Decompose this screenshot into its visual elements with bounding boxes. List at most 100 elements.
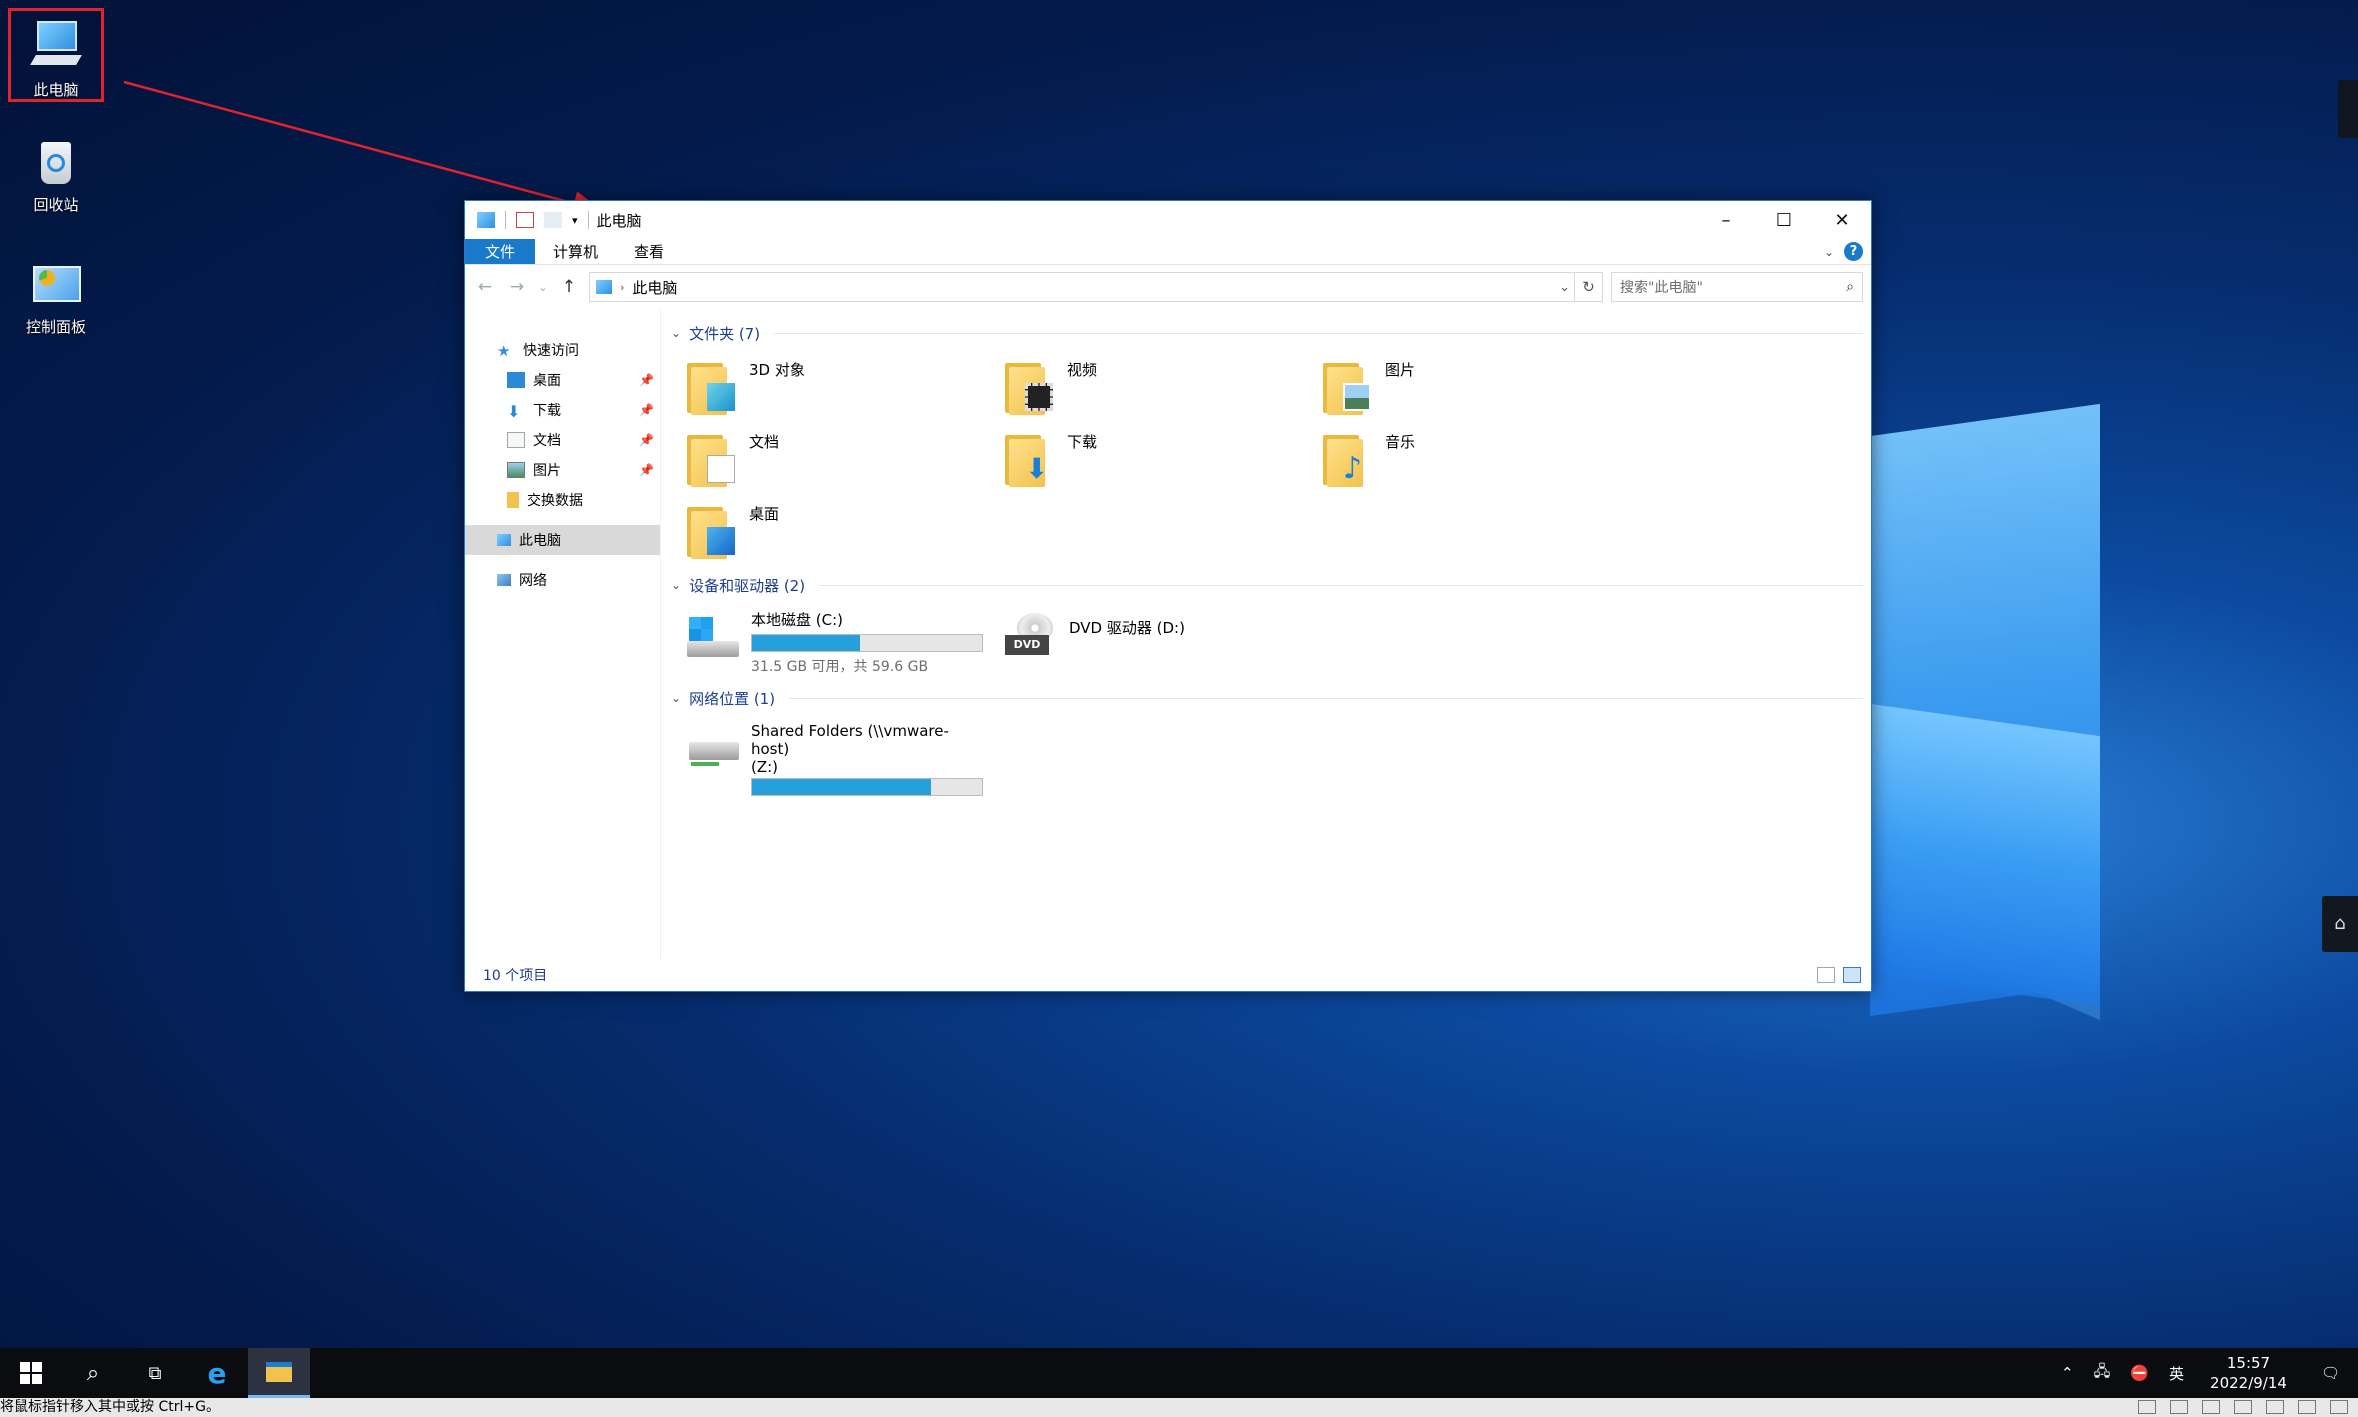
address-bar[interactable]: › 此电脑 ⌄ ↻	[589, 272, 1603, 302]
caption-buttons: – ☐ ✕	[1697, 201, 1871, 239]
collapse-chevron-icon[interactable]: ⌄	[671, 326, 681, 340]
internet-explorer-button[interactable]: e	[186, 1348, 248, 1398]
drive-name: 本地磁盘 (C:)	[751, 611, 843, 629]
folder-item-desktop[interactable]: 桌面	[685, 503, 1003, 561]
back-button[interactable]: ←	[473, 277, 497, 297]
clock[interactable]: 15:57 2022/9/14	[2194, 1353, 2303, 1393]
item-count: 10 个项目	[483, 968, 548, 984]
network-drive-icon	[685, 722, 741, 774]
wallpaper-logo-bottom	[1870, 703, 2100, 1007]
details-view-icon[interactable]	[1817, 967, 1835, 983]
new-folder-icon[interactable]	[544, 212, 562, 228]
nav-item-pictures[interactable]: 图片 📌	[465, 455, 660, 485]
nav-item-documents[interactable]: 文档 📌	[465, 425, 660, 455]
desktop-icon-control-panel[interactable]: 控制面板	[8, 248, 104, 337]
view-switcher	[1817, 967, 1861, 983]
nav-item-downloads[interactable]: ⬇ 下载 📌	[465, 395, 660, 425]
nav-quick-access[interactable]: ★ 快速访问	[465, 335, 660, 365]
printer-device-icon[interactable]	[2234, 1400, 2252, 1414]
this-pc-small-icon	[596, 280, 612, 294]
refresh-button[interactable]: ↻	[1574, 273, 1602, 301]
taskbar: ⌕ ⧉ e ⌃ 🖧 ⛔ 英 15:57 2022/9/14 🗨	[0, 1348, 2358, 1398]
search-box[interactable]: 搜索"此电脑" ⌕	[1611, 272, 1863, 302]
display-device-icon[interactable]	[2330, 1400, 2348, 1414]
ribbon-tabs: 文件 计算机 查看 ⌄ ?	[465, 239, 1871, 265]
input-indicator-icon[interactable]: ⛔	[2120, 1364, 2159, 1382]
action-center-icon[interactable]: 🗨	[2303, 1364, 2358, 1382]
document-icon	[507, 432, 525, 448]
minimize-button[interactable]: –	[1697, 201, 1755, 239]
window-body: ★ 快速访问 桌面 📌 ⬇ 下载 📌 文档 📌 图片 📌 交换数据 此电脑 网络…	[465, 309, 1871, 959]
network-drive-item-z[interactable]: Shared Folders (\\vmware-host) (Z:)	[685, 722, 983, 796]
search-button[interactable]: ⌕	[62, 1348, 124, 1398]
window-title: 此电脑	[596, 211, 642, 230]
tab-view[interactable]: 查看	[616, 239, 682, 264]
download-icon: ⬇	[507, 402, 521, 421]
nav-item-desktop[interactable]: 桌面 📌	[465, 365, 660, 395]
folder-item-music[interactable]: ♪ 音乐	[1321, 431, 1639, 489]
group-header-folders[interactable]: ⌄ 文件夹 (7)	[671, 321, 1863, 345]
audio-device-icon[interactable]	[2266, 1400, 2284, 1414]
breadcrumb-this-pc[interactable]: 此电脑	[632, 277, 677, 298]
folder-item-pictures[interactable]: 图片	[1321, 359, 1639, 417]
vm-hint-bar: 将鼠标指针移入其中或按 Ctrl+G。	[0, 1398, 2358, 1417]
collapse-chevron-icon[interactable]: ⌄	[671, 691, 681, 705]
expand-ribbon-chevron-icon[interactable]: ⌄	[1824, 245, 1834, 259]
folder-item-3d-objects[interactable]: 3D 对象	[685, 359, 1003, 417]
address-history-chevron-icon[interactable]: ⌄	[1559, 280, 1570, 295]
edge-handle[interactable]: ⌂	[2322, 896, 2358, 952]
nav-network[interactable]: 网络	[465, 565, 660, 595]
recent-locations-chevron-icon[interactable]: ⌄	[537, 281, 549, 294]
help-icon[interactable]: ?	[1844, 242, 1863, 261]
pin-icon: 📌	[639, 463, 654, 477]
computer-icon	[497, 534, 511, 546]
nav-item-exchange-data[interactable]: 交换数据	[465, 485, 660, 515]
desktop-icon-recycle-bin[interactable]: 回收站	[8, 126, 104, 215]
network-device-icon[interactable]	[2202, 1400, 2220, 1414]
drive-free-space: 31.5 GB 可用，共 59.6 GB	[751, 659, 929, 675]
file-explorer-icon	[266, 1361, 292, 1382]
breadcrumb-separator-icon[interactable]: ›	[620, 281, 624, 294]
quick-access-toolbar: ▾	[477, 211, 589, 229]
drive-usage-bar	[751, 778, 983, 796]
cd-device-icon[interactable]	[2170, 1400, 2188, 1414]
collapse-chevron-icon[interactable]: ⌄	[671, 578, 681, 592]
close-button[interactable]: ✕	[1813, 201, 1871, 239]
task-view-button[interactable]: ⧉	[124, 1348, 186, 1398]
desktop-icon-this-pc[interactable]: 此电脑	[8, 8, 104, 102]
customize-qat-chevron-icon[interactable]: ▾	[572, 214, 578, 227]
drive-name: DVD 驱动器 (D:)	[1069, 619, 1185, 637]
ime-indicator[interactable]: 英	[2159, 1363, 2194, 1384]
folder-item-documents[interactable]: 文档	[685, 431, 1003, 489]
videos-folder-icon	[1003, 359, 1059, 415]
network-status-icon[interactable]: 🖧	[2084, 1361, 2121, 1386]
up-button[interactable]: ↑	[557, 277, 581, 297]
folder-item-downloads[interactable]: ⬇ 下载	[1003, 431, 1321, 489]
edge-indicator	[2338, 80, 2358, 138]
file-explorer-button[interactable]	[248, 1348, 310, 1398]
drive-item-c[interactable]: 本地磁盘 (C:) 31.5 GB 可用，共 59.6 GB	[685, 609, 983, 676]
tab-file[interactable]: 文件	[465, 239, 536, 264]
usb-device-icon[interactable]	[2298, 1400, 2316, 1414]
control-panel-icon	[27, 254, 85, 312]
start-button[interactable]	[0, 1348, 62, 1398]
navigation-pane: ★ 快速访问 桌面 📌 ⬇ 下载 📌 文档 📌 图片 📌 交换数据 此电脑 网络	[465, 309, 661, 959]
folder-item-videos[interactable]: 视频	[1003, 359, 1321, 417]
hdd-device-icon[interactable]	[2138, 1400, 2156, 1414]
group-header-devices[interactable]: ⌄ 设备和驱动器 (2)	[671, 573, 1863, 597]
properties-icon[interactable]	[516, 212, 534, 228]
tab-computer[interactable]: 计算机	[535, 239, 616, 264]
group-header-network[interactable]: ⌄ 网络位置 (1)	[671, 686, 1863, 710]
show-hidden-icons-chevron-icon[interactable]: ⌃	[2051, 1364, 2084, 1382]
folders-grid: 3D 对象 视频 图片 文档 ⬇ 下载 ♪ 音乐 桌面	[671, 345, 1863, 573]
downloads-folder-icon: ⬇	[1003, 431, 1059, 487]
drive-item-d[interactable]: DVD DVD 驱动器 (D:)	[1003, 609, 1301, 676]
vm-hint-text: 将鼠标指针移入其中或按 Ctrl+G。	[0, 1399, 220, 1415]
maximize-button[interactable]: ☐	[1755, 201, 1813, 239]
local-disk-icon	[685, 609, 741, 661]
system-tray: ⌃ 🖧 ⛔ 英 15:57 2022/9/14 🗨	[2051, 1348, 2358, 1398]
large-icons-view-icon[interactable]	[1843, 967, 1861, 983]
task-view-icon: ⧉	[148, 1362, 162, 1384]
forward-button[interactable]: →	[505, 277, 529, 297]
nav-this-pc[interactable]: 此电脑	[465, 525, 660, 555]
